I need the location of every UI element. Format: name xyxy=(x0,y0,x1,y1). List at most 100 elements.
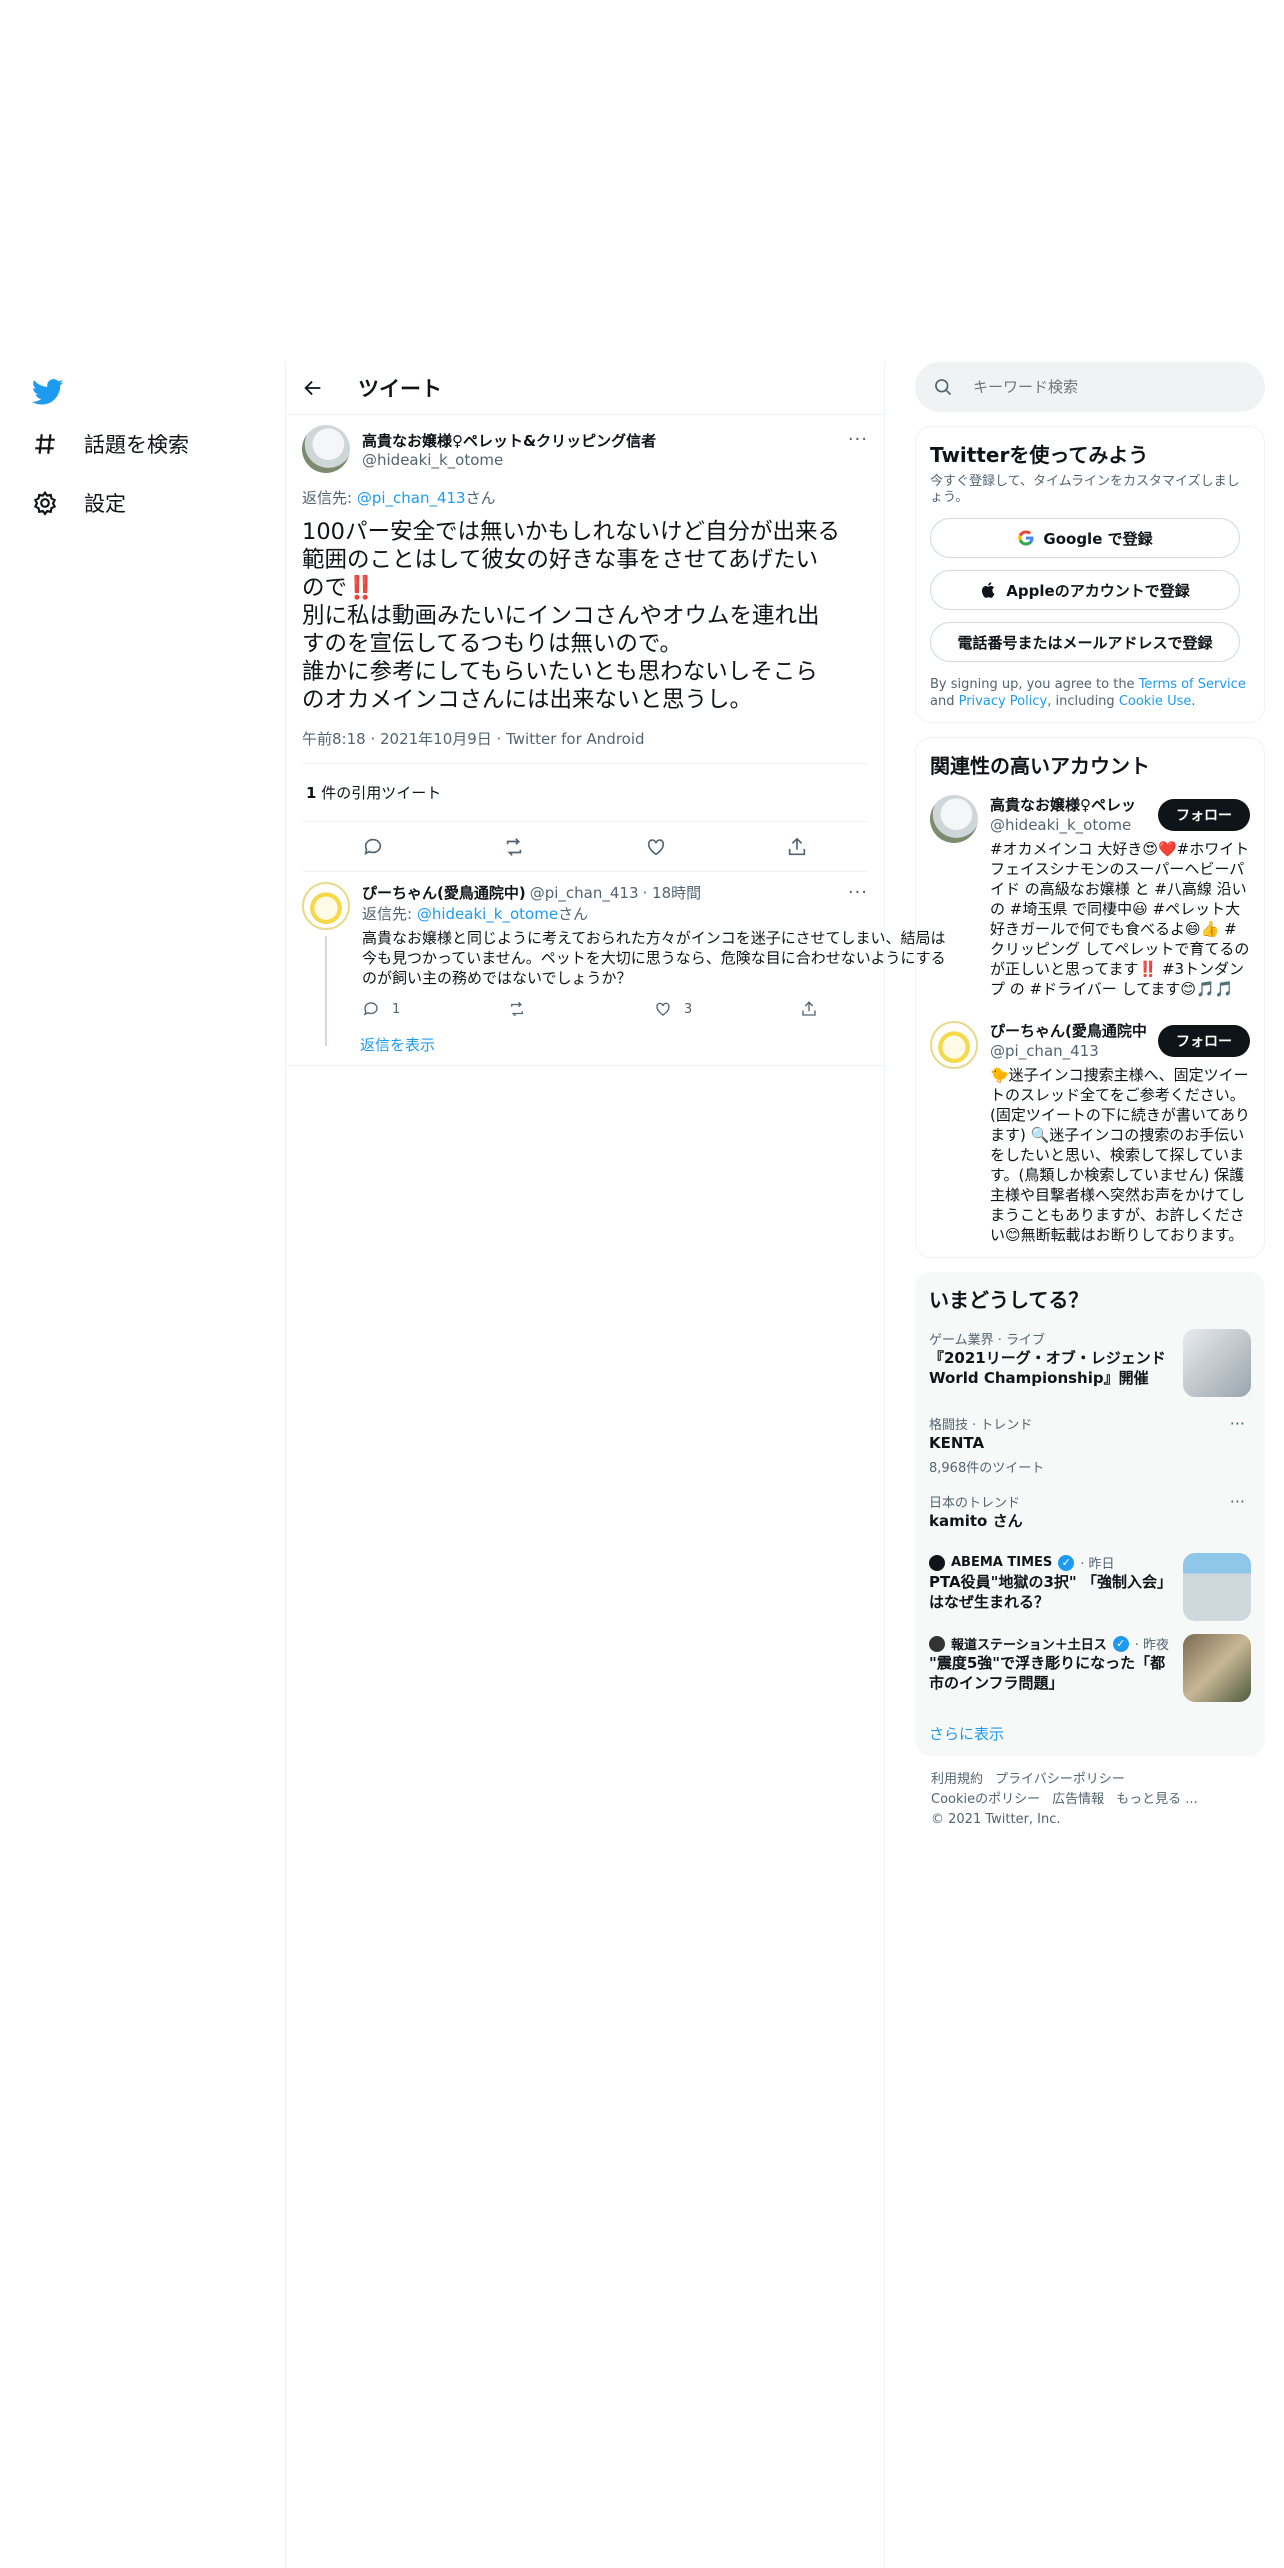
reply-retweet-button[interactable] xyxy=(508,1000,654,1018)
hashtag-icon xyxy=(35,434,55,454)
trend-more-icon[interactable]: ··· xyxy=(1230,1414,1245,1433)
signup-subtitle: 今すぐ登録して、タイムラインをカスタマイズしましょう。 xyxy=(930,474,1240,505)
trends-card: いまどうしてる？ ゲーム業界 · ライブ 『2021リーグ・オブ・レジェンド W… xyxy=(915,1272,1265,1756)
account-bio: 🐤迷子インコ捜索主様へ、固定ツイートのスレッド全てをご参考ください。(固定ツイー… xyxy=(990,1066,1250,1244)
verified-badge-icon: ✓ xyxy=(1112,1635,1129,1652)
trend-title: KENTA xyxy=(929,1434,985,1452)
reply-to-handle-link[interactable]: @pi_chan_413 xyxy=(357,489,466,507)
reply-icon[interactable] xyxy=(362,836,384,858)
back-arrow-icon[interactable] xyxy=(302,377,324,399)
account-name[interactable]: 高貴なお嬢様♀ペレッ xyxy=(990,795,1150,815)
avatar[interactable] xyxy=(930,795,978,843)
footer-link[interactable]: 利用規約 xyxy=(931,1772,983,1787)
trend-meta: · 昨夜 xyxy=(1134,1638,1170,1653)
reply-time[interactable]: · 18時間 xyxy=(643,882,702,903)
tweet-actions xyxy=(302,822,868,872)
search-input[interactable] xyxy=(973,378,1223,396)
nav-settings[interactable]: 設定 xyxy=(32,483,126,523)
quote-count: 1 xyxy=(306,784,317,802)
terms-link[interactable]: Terms of Service xyxy=(1139,677,1246,692)
account-name[interactable]: ぴーちゃん(愛鳥通院中 xyxy=(990,1021,1150,1041)
reply-to-line: 返信先: @hideaki_k_otomeさん xyxy=(362,903,946,924)
legal-text-2: and xyxy=(930,694,959,709)
more-options-icon[interactable]: ··· xyxy=(848,429,868,450)
footer-link[interactable]: Cookieのポリシー xyxy=(931,1792,1040,1807)
show-replies-link[interactable]: 返信を表示 xyxy=(286,1018,884,1066)
search-box[interactable] xyxy=(915,362,1265,412)
trend-item[interactable]: 格闘技 · トレンド KENTA 8,968件のツイート ··· xyxy=(929,1414,1251,1476)
main-tweet: 高貴なお嬢様♀ペレット&クリッピング信者 @hideaki_k_otome ··… xyxy=(286,415,884,872)
tweet-text: 100パー安全では無いかもしれないけど自分が出来る 範囲のことはして彼女の好きな… xyxy=(302,519,840,713)
legal-text-4: . xyxy=(1191,694,1196,709)
retweet-icon[interactable] xyxy=(503,836,525,858)
reply-like-button[interactable]: 3 xyxy=(654,1000,800,1018)
trend-source: 報道ステーション＋土日ス xyxy=(951,1638,1107,1653)
reply-author-name[interactable]: ぴーちゃん(愛鳥通院中) xyxy=(362,882,526,903)
reply-count: 1 xyxy=(392,1001,401,1017)
reply-reply-button[interactable]: 1 xyxy=(362,1000,508,1018)
reply-to-prefix: 返信先: xyxy=(302,489,357,507)
like-count: 3 xyxy=(684,1001,693,1017)
trend-thumbnail xyxy=(1183,1553,1251,1621)
google-signup-label: Google で登録 xyxy=(1043,529,1153,548)
avatar[interactable] xyxy=(302,425,350,473)
cookie-link[interactable]: Cookie Use xyxy=(1119,694,1192,709)
like-icon[interactable] xyxy=(645,836,667,858)
nav-explore[interactable]: 話題を検索 xyxy=(32,424,189,464)
nav-settings-label: 設定 xyxy=(84,492,126,516)
related-accounts-card: 関連性の高いアカウント 高貴なお嬢様♀ペレッ @hideaki_k_otome … xyxy=(915,737,1265,1258)
twitter-bird-icon[interactable] xyxy=(32,376,64,408)
signup-card: Twitterを使ってみよう 今すぐ登録して、タイムラインをカスタマイズしましょ… xyxy=(915,426,1265,723)
legal-text-1: By signing up, you agree to the xyxy=(930,677,1139,692)
trend-source: ABEMA TIMES xyxy=(951,1555,1053,1570)
follow-button[interactable]: フォロー xyxy=(1158,799,1250,831)
trend-category: 日本のトレンド xyxy=(929,1496,1021,1511)
right-sidebar: Twitterを使ってみよう 今すぐ登録して、タイムラインをカスタマイズしましょ… xyxy=(915,362,1265,1830)
verified-badge-icon: ✓ xyxy=(1058,1554,1075,1571)
apple-icon xyxy=(982,582,995,598)
news-logo-icon xyxy=(929,1635,945,1652)
reply-tweet[interactable]: ぴーちゃん(愛鳥通院中) @pi_chan_413 · 18時間 ··· 返信先… xyxy=(286,872,946,1046)
google-signup-button[interactable]: Google で登録 xyxy=(930,518,1240,558)
reply-more-options-icon[interactable]: ··· xyxy=(848,882,868,903)
follow-button[interactable]: フォロー xyxy=(1158,1025,1250,1057)
trends-title: いまどうしてる？ xyxy=(929,1288,1089,1312)
share-icon[interactable] xyxy=(786,836,808,858)
related-account[interactable]: 高貴なお嬢様♀ペレッ @hideaki_k_otome #オカメインコ 大好き😍… xyxy=(930,795,1250,999)
reply-avatar[interactable] xyxy=(302,882,350,930)
trend-item[interactable]: ABEMA TIMES ✓ · 昨日 PTA役員"地獄の3択" 「強制入会」はなぜ生… xyxy=(929,1553,1251,1621)
google-icon xyxy=(1018,530,1034,546)
author-name[interactable]: 高貴なお嬢様♀ペレット&クリッピング信者 xyxy=(362,430,656,451)
related-account[interactable]: ぴーちゃん(愛鳥通院中 @pi_chan_413 🐤迷子インコ捜索主様へ、固定ツ… xyxy=(930,1021,1250,1245)
quote-tweets-stat[interactable]: 1 件の引用ツイート xyxy=(302,764,868,822)
tweet-timestamp[interactable]: 午前8:18 · 2021年10月9日 · Twitter for Androi… xyxy=(302,728,868,764)
phone-signup-button[interactable]: 電話番号またはメールアドレスで登録 xyxy=(930,622,1240,662)
footer-link[interactable]: もっと見る ... xyxy=(1116,1792,1198,1807)
footer: 利用規約 プライバシーポリシー Cookieのポリシー 広告情報 もっと見る ... … xyxy=(915,1770,1265,1830)
copyright: © 2021 Twitter, Inc. xyxy=(931,1812,1061,1827)
search-icon xyxy=(935,379,952,396)
footer-link[interactable]: 広告情報 xyxy=(1052,1792,1104,1807)
trend-more-icon[interactable]: ··· xyxy=(1230,1492,1245,1511)
apple-signup-label: Appleのアカウントで登録 xyxy=(1006,581,1190,600)
gear-icon xyxy=(33,490,57,516)
footer-link[interactable]: プライバシーポリシー xyxy=(995,1772,1125,1787)
reply-to-handle-link[interactable]: @hideaki_k_otome xyxy=(417,905,558,923)
like-icon xyxy=(656,1002,670,1016)
author-handle[interactable]: @hideaki_k_otome xyxy=(362,451,656,469)
apple-signup-button[interactable]: Appleのアカウントで登録 xyxy=(930,570,1240,610)
trend-item[interactable]: 報道ステーション＋土日ス ✓ · 昨夜 "震度5強"で浮き彫りになった「都市のインフ… xyxy=(929,1634,1251,1702)
tweet-header: ツイート xyxy=(286,362,884,415)
trend-item[interactable]: ゲーム業界 · ライブ 『2021リーグ・オブ・レジェンド World Cham… xyxy=(929,1329,1251,1397)
show-more-link[interactable]: さらに表示 xyxy=(929,1723,1251,1744)
reply-text: 高貴なお嬢様と同じように考えておられた方々がインコを迷子にさせてしまい、結局は今… xyxy=(362,929,946,987)
reply-icon xyxy=(363,1002,378,1016)
reply-to-prefix: 返信先: xyxy=(362,905,417,923)
reply-author-handle[interactable]: @pi_chan_413 xyxy=(530,884,639,902)
related-title: 関連性の高いアカウント xyxy=(930,754,1150,778)
trend-item[interactable]: 日本のトレンド kamito さん ··· xyxy=(929,1492,1251,1531)
nav-explore-label: 話題を検索 xyxy=(84,433,189,457)
avatar[interactable] xyxy=(930,1021,978,1069)
reply-to-line: 返信先: @pi_chan_413さん xyxy=(302,487,868,508)
privacy-link[interactable]: Privacy Policy xyxy=(959,694,1048,709)
